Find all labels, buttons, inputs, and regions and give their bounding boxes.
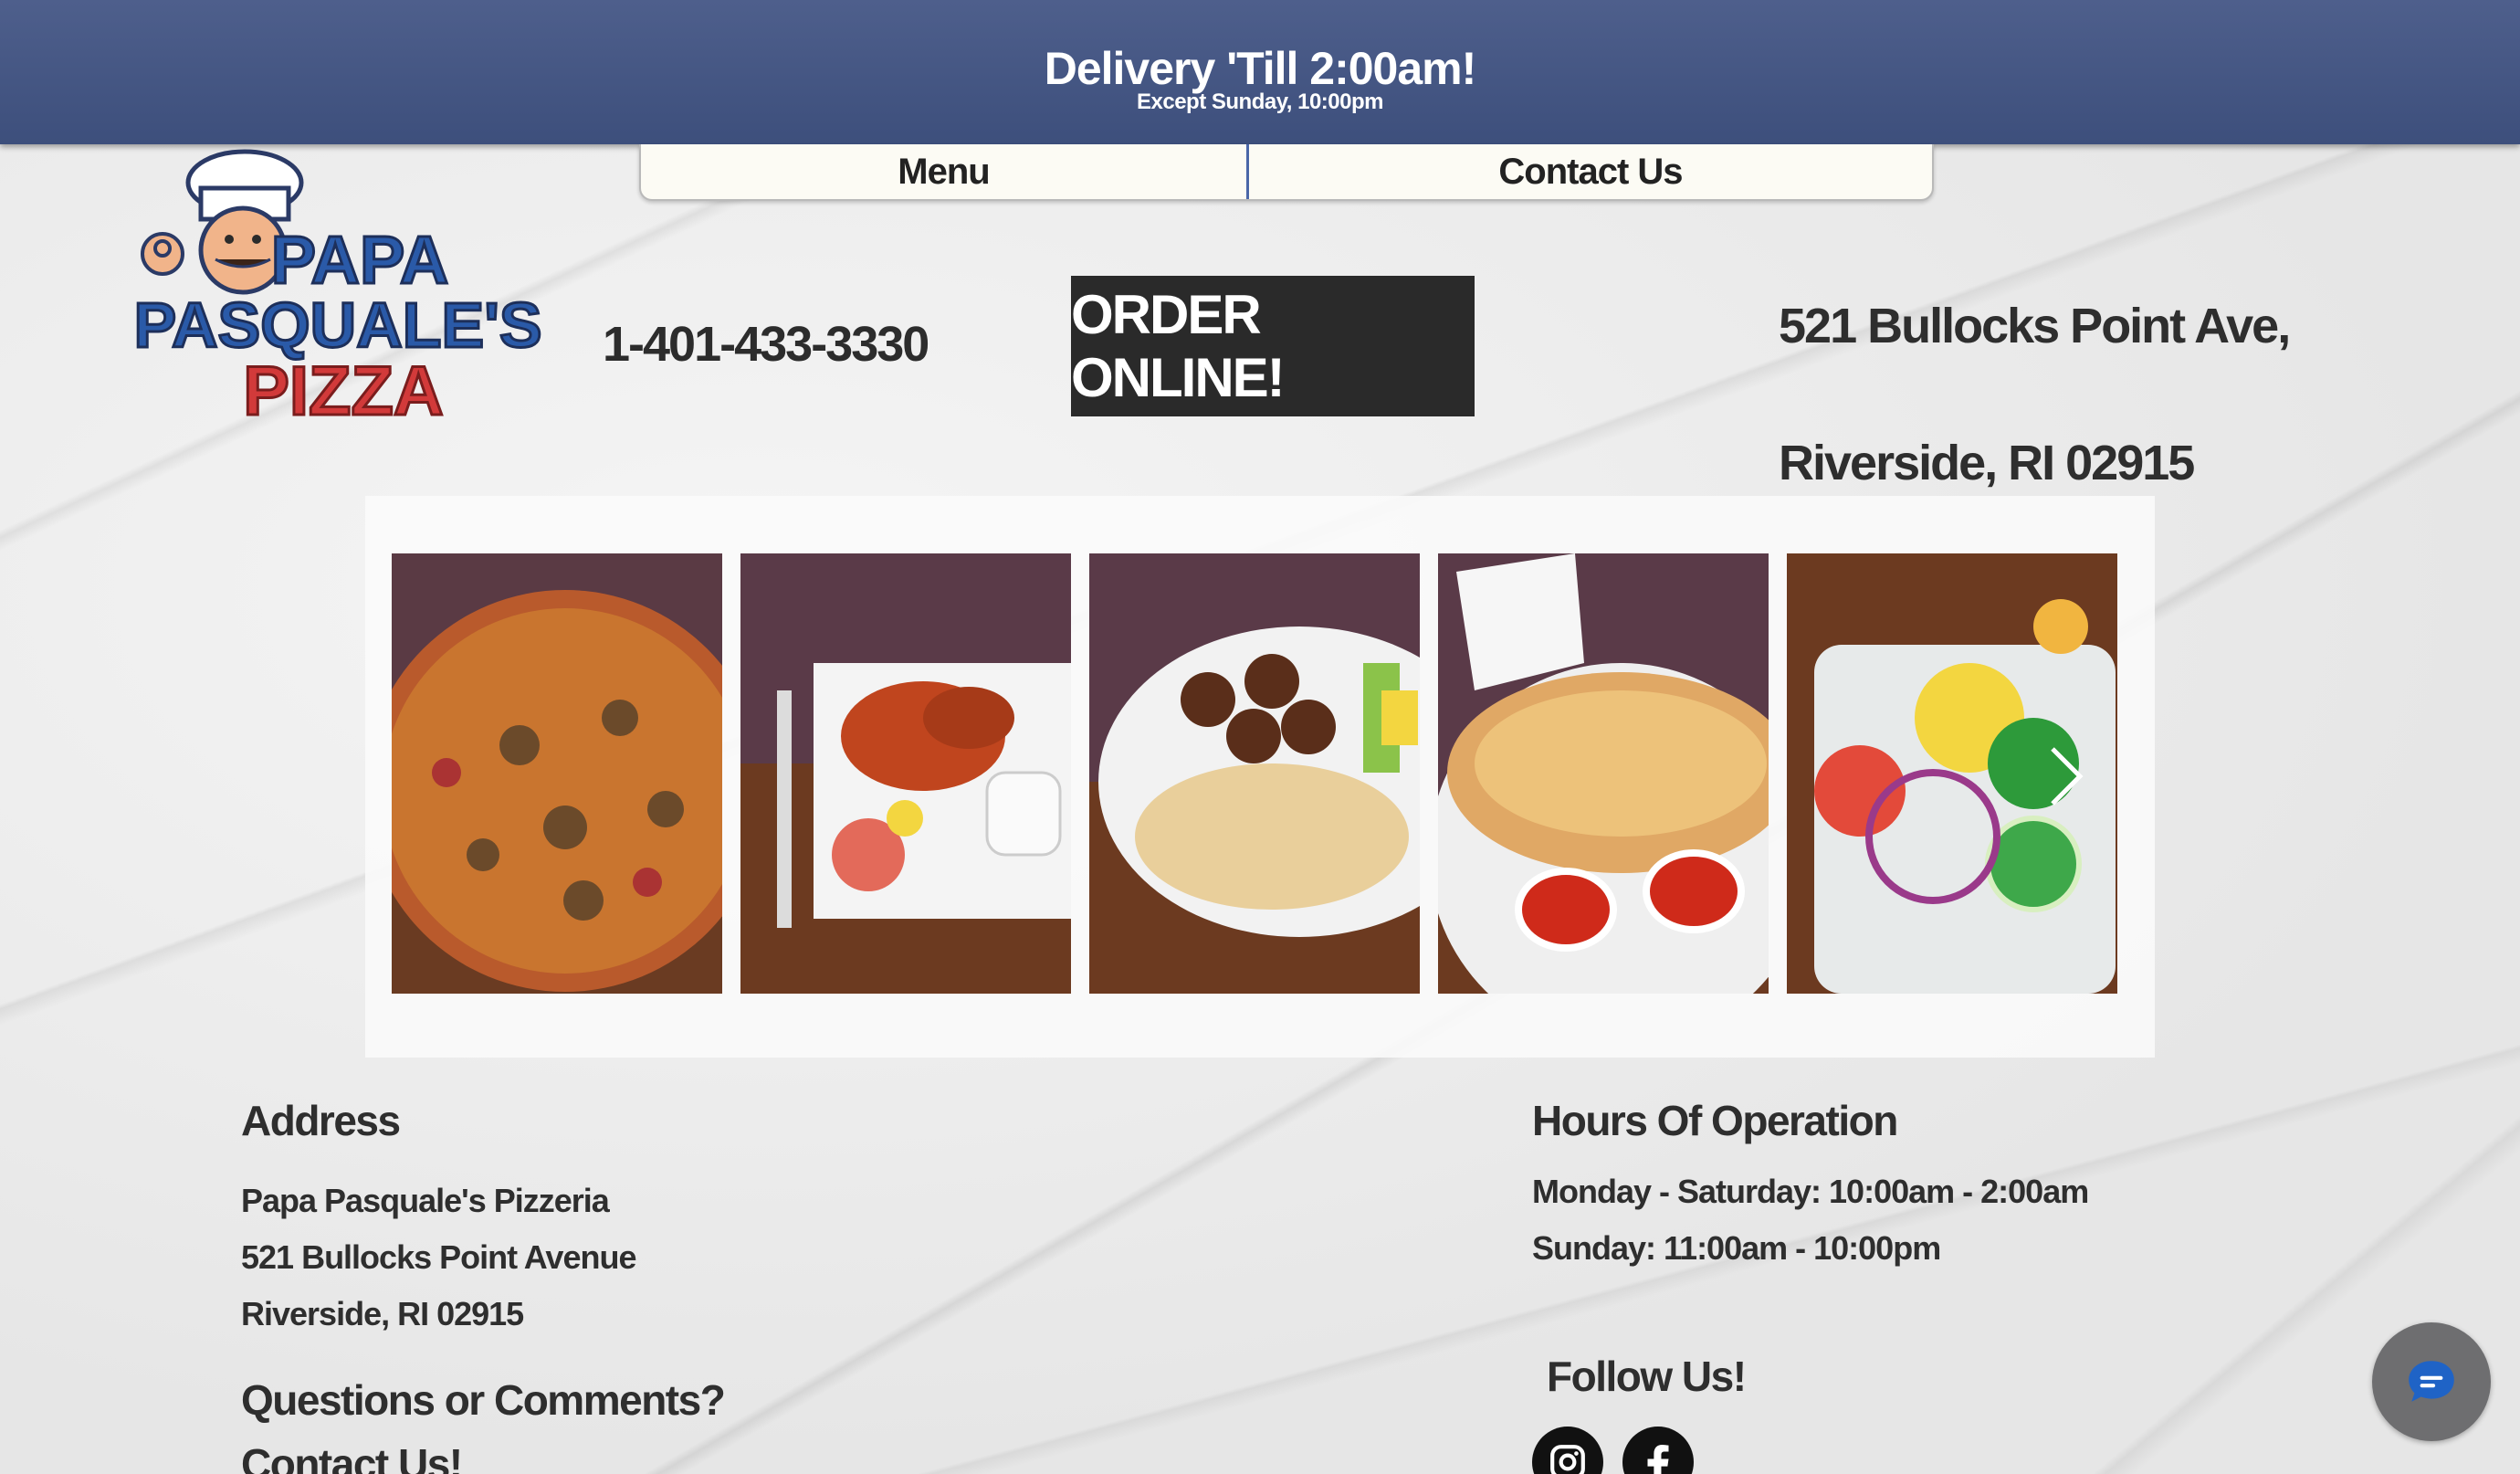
- header-address: 521 Bullocks Point Ave, Riverside, RI 02…: [1779, 258, 2291, 532]
- nav-item-contact-us[interactable]: Contact Us: [1249, 144, 1932, 199]
- chevron-right-icon: [2051, 747, 2084, 805]
- logo-line3: PIZZA: [243, 353, 444, 430]
- delivery-banner: Delivery 'Till 2:00am! Except Sunday, 10…: [0, 0, 2520, 144]
- instagram-icon: [1550, 1445, 1585, 1474]
- hours-sunday: Sunday: 11:00am - 10:00pm: [1532, 1229, 1941, 1267]
- header-address-line1: 521 Bullocks Point Ave,: [1779, 299, 2291, 353]
- address-line-city: Riverside, RI 02915: [241, 1295, 524, 1332]
- phone-number[interactable]: 1-401-433-3330: [603, 316, 929, 373]
- facebook-icon: [1647, 1445, 1669, 1474]
- main-nav: Menu Contact Us: [639, 144, 1934, 201]
- logo[interactable]: PAPA PASQUALE'S PIZZA: [99, 148, 564, 438]
- logo-line1: PAPA: [271, 222, 449, 298]
- wings-photo[interactable]: [740, 553, 1071, 994]
- nav-item-menu[interactable]: Menu: [641, 144, 1249, 199]
- banner-subline: Except Sunday, 10:00pm: [1137, 89, 1384, 114]
- hours-weekday: Monday - Saturday: 10:00am - 2:00am: [1532, 1173, 2089, 1210]
- gallery-next-arrow[interactable]: [2043, 744, 2089, 808]
- order-online-button[interactable]: ORDER ONLINE!: [1071, 276, 1475, 416]
- questions-heading: Questions or Comments?: [241, 1376, 726, 1424]
- address-line-street: 521 Bullocks Point Avenue: [241, 1238, 636, 1276]
- contact-heading[interactable]: Contact Us!: [241, 1439, 463, 1474]
- hummus-falafel-photo[interactable]: [1089, 553, 1420, 994]
- follow-heading: Follow Us!: [1547, 1353, 1747, 1400]
- address-line-name: Papa Pasquale's Pizzeria: [241, 1182, 610, 1219]
- calzone-photo[interactable]: [1438, 553, 1769, 994]
- pizza-photo[interactable]: [392, 553, 722, 994]
- chat-bubble-icon: [2409, 1361, 2454, 1402]
- chat-button[interactable]: [2372, 1322, 2491, 1441]
- hours-heading: Hours Of Operation: [1532, 1097, 1898, 1144]
- banner-headline: Delivery 'Till 2:00am!: [1044, 43, 1477, 94]
- address-heading: Address: [241, 1097, 401, 1144]
- logo-line2: PASQUALE'S: [133, 290, 541, 361]
